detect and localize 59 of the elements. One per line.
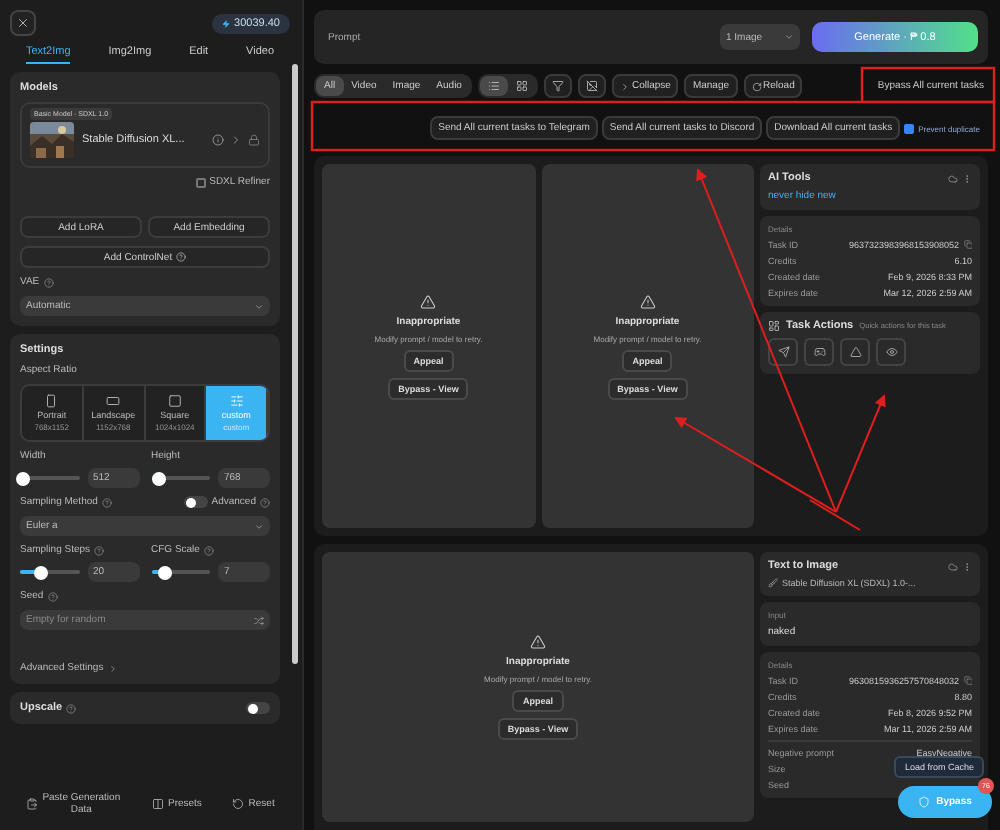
- triangle-icon[interactable]: [849, 346, 861, 358]
- view-button[interactable]: [876, 338, 906, 366]
- brush-icon: [768, 578, 778, 588]
- shuffle-icon[interactable]: [254, 615, 264, 625]
- reset-icon[interactable]: [232, 798, 245, 810]
- send-icon[interactable]: [777, 346, 789, 358]
- chevron-down-icon: [254, 301, 264, 311]
- help-icon: [203, 545, 214, 555]
- slider[interactable]: [151, 565, 210, 579]
- columns-icon[interactable]: [151, 798, 164, 810]
- chevron-right-icon[interactable]: [619, 81, 630, 91]
- download-button[interactable]: [840, 338, 870, 366]
- checkbox[interactable]: [904, 123, 915, 133]
- slider[interactable]: [20, 565, 79, 579]
- toggle-switch[interactable]: [246, 702, 270, 714]
- close-icon[interactable]: [16, 16, 30, 30]
- scrollbar[interactable]: [292, 64, 298, 664]
- list-icon[interactable]: [487, 80, 500, 92]
- landscape-icon: [106, 394, 121, 408]
- slider[interactable]: [20, 471, 79, 485]
- help-icon: [94, 545, 105, 555]
- dashboard-icon: [768, 320, 780, 332]
- chevron-down-icon: [254, 521, 264, 531]
- telegram-button[interactable]: [768, 338, 798, 366]
- image-off-icon[interactable]: [585, 80, 598, 92]
- warning-icon: [420, 293, 437, 309]
- list-view-button[interactable]: [479, 76, 508, 96]
- slider[interactable]: [151, 471, 210, 485]
- info-icon[interactable]: [212, 134, 224, 146]
- eye-icon[interactable]: [885, 346, 897, 358]
- chevron-down-icon: [784, 32, 794, 42]
- chevron-right-icon[interactable]: [107, 663, 118, 673]
- help-icon: [176, 252, 187, 262]
- reload-icon[interactable]: [751, 81, 762, 91]
- toggle-switch[interactable]: [183, 496, 208, 508]
- lock-icon[interactable]: [248, 134, 260, 146]
- help-icon: [66, 703, 77, 713]
- clipboard-icon[interactable]: [25, 798, 38, 810]
- warning-icon: [530, 634, 546, 650]
- filter-icon[interactable]: [551, 80, 564, 92]
- grid-icon[interactable]: [515, 80, 528, 92]
- help-icon: [43, 277, 54, 287]
- checkbox[interactable]: [195, 177, 206, 187]
- sliders-icon: [229, 394, 244, 408]
- image-off-button[interactable]: [577, 74, 606, 98]
- help-icon: [260, 497, 270, 507]
- lightning-icon: [222, 19, 231, 27]
- cloud-icon[interactable]: [948, 173, 958, 183]
- gamepad-icon[interactable]: [813, 346, 825, 358]
- discord-button[interactable]: [804, 338, 834, 366]
- portrait-icon: [44, 394, 59, 408]
- filter-button[interactable]: [543, 74, 572, 98]
- cloud-icon[interactable]: [948, 561, 958, 571]
- warning-icon: [639, 293, 656, 309]
- help-icon: [47, 591, 58, 601]
- annotation-line: [809, 499, 861, 531]
- help-icon: [101, 497, 112, 507]
- close-button[interactable]: [10, 10, 36, 36]
- square-icon: [167, 394, 182, 408]
